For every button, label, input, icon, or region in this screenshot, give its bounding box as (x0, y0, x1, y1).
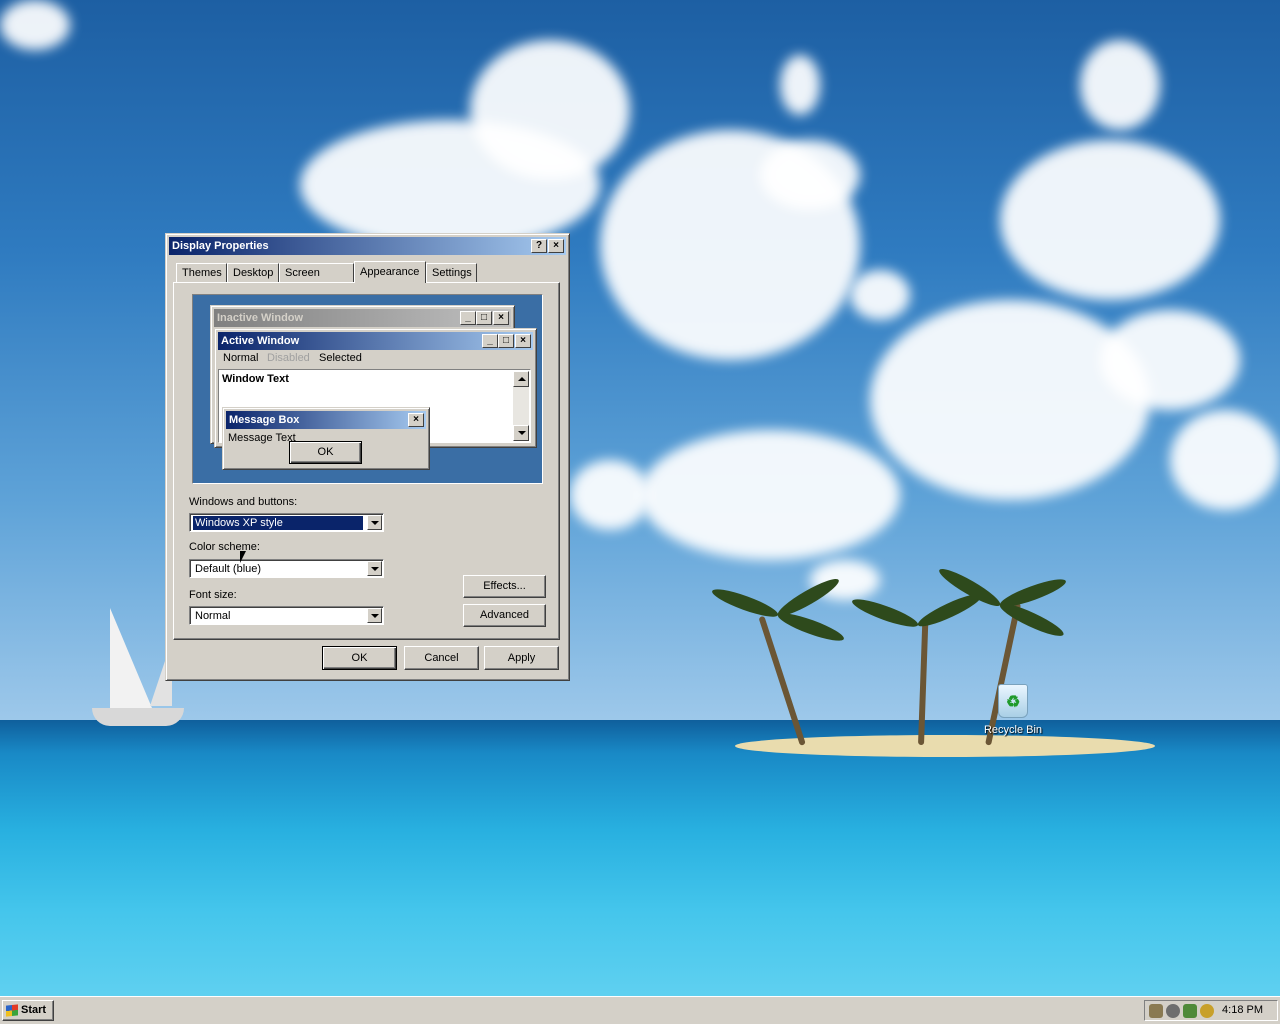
tab-desktop[interactable]: Desktop (227, 263, 279, 282)
system-tray: 4:18 PM (1144, 1000, 1278, 1021)
wallpaper-cloud (850, 270, 910, 320)
close-icon: × (515, 334, 531, 348)
tab-themes[interactable]: Themes (176, 263, 227, 282)
dialog-title: Display Properties (172, 240, 269, 252)
minimize-icon: _ (460, 311, 476, 325)
color-scheme-label: Color scheme: (189, 541, 260, 553)
wallpaper-cloud (870, 300, 1150, 500)
windows-buttons-select[interactable]: Windows XP style (189, 513, 384, 532)
wallpaper-cloud (1000, 140, 1220, 300)
dialog-titlebar[interactable]: Display Properties ? × (169, 237, 566, 255)
start-button[interactable]: Start (2, 1000, 54, 1021)
security-icon[interactable] (1183, 1004, 1197, 1018)
windows-buttons-value: Windows XP style (192, 515, 364, 531)
wallpaper-cloud (1170, 410, 1280, 510)
close-button[interactable]: × (548, 239, 564, 253)
preview-menu-normal: Normal (223, 352, 259, 364)
wallpaper-cloud (1100, 310, 1240, 410)
wallpaper-cloud (0, 0, 70, 50)
preview-active-titlebar: Active Window _ □ × (218, 332, 533, 350)
help-button[interactable]: ? (531, 239, 547, 253)
windows-logo-icon (6, 1004, 18, 1017)
start-label: Start (21, 1004, 47, 1016)
preview-ok-button: OK (289, 441, 362, 464)
wallpaper-cloud (760, 140, 860, 210)
preview-message-box: Message Box × Message Text OK (222, 407, 430, 470)
preview-menu-disabled: Disabled (267, 352, 310, 364)
wallpaper-cloud (640, 430, 900, 560)
color-scheme-select[interactable]: Default (blue) (189, 559, 384, 578)
taskbar: Start 4:18 PM (0, 996, 1280, 1024)
minimize-icon: _ (482, 334, 498, 348)
preview-active-title: Active Window (221, 335, 300, 347)
preview-menu-selected: Selected (319, 352, 362, 364)
font-size-select[interactable]: Normal (189, 606, 384, 625)
color-scheme-value: Default (blue) (195, 563, 262, 575)
font-size-label: Font size: (189, 589, 237, 601)
chevron-down-icon[interactable] (367, 561, 382, 576)
advanced-button[interactable]: Advanced (463, 604, 546, 627)
close-icon: × (493, 311, 509, 325)
tab-appearance[interactable]: Appearance (354, 261, 426, 283)
cancel-button[interactable]: Cancel (404, 646, 479, 670)
apply-button[interactable]: Apply (484, 646, 559, 670)
preview-inactive-title: Inactive Window (217, 312, 304, 324)
tab-screen-saver[interactable]: Screen Saver (279, 263, 354, 298)
tab-settings[interactable]: Settings (426, 263, 477, 282)
preview-message-box-title: Message Box (229, 414, 300, 426)
wallpaper-cloud (470, 40, 630, 180)
close-icon: × (408, 413, 424, 427)
ok-button[interactable]: OK (322, 646, 397, 670)
maximize-icon: □ (498, 334, 514, 348)
maximize-icon: □ (476, 311, 492, 325)
wallpaper-cloud (570, 460, 650, 530)
wallpaper-sailboat-hull (92, 708, 184, 726)
volume-icon[interactable] (1166, 1004, 1180, 1018)
preview-scrollbar (513, 371, 529, 441)
wallpaper-sailboat (110, 608, 152, 708)
preview-message-box-titlebar: Message Box × (226, 411, 426, 429)
font-size-value: Normal (195, 610, 231, 622)
recycle-bin-shortcut[interactable]: ♻ Recycle Bin (978, 684, 1048, 736)
wallpaper-cloud (780, 55, 820, 115)
wallpaper-cloud (1080, 40, 1160, 130)
preview-inactive-titlebar: Inactive Window _ □ × (214, 309, 511, 327)
chevron-down-icon[interactable] (367, 608, 382, 623)
chevron-down-icon[interactable] (367, 515, 382, 530)
clock[interactable]: 4:18 PM (1222, 1004, 1263, 1016)
update-icon[interactable] (1200, 1004, 1214, 1018)
recycle-bin-label: Recycle Bin (983, 724, 1043, 736)
network-icon[interactable] (1149, 1004, 1163, 1018)
scroll-up-icon (513, 371, 529, 387)
effects-button[interactable]: Effects... (463, 575, 546, 598)
wallpaper-sea (0, 720, 1280, 996)
recycle-bin-icon: ♻ (998, 684, 1028, 718)
windows-buttons-label: Windows and buttons: (189, 496, 298, 508)
preview-window-text: Window Text (222, 373, 289, 385)
scroll-down-icon (513, 425, 529, 441)
preview-message-text: Message Text (228, 432, 296, 444)
appearance-preview: Inactive Window _ □ × Active Window _ □ … (192, 294, 543, 484)
mouse-cursor-icon (240, 551, 246, 563)
